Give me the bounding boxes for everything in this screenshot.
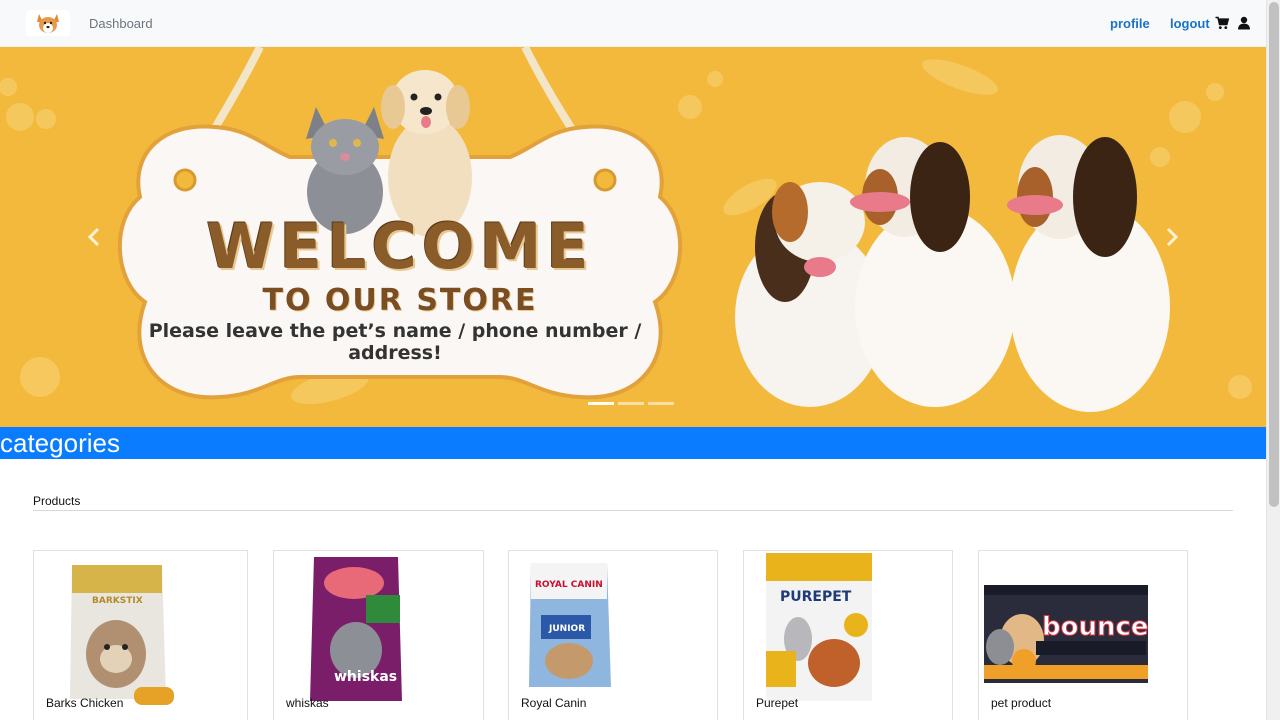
banner-tagline: Please leave the pet’s name / phone numb… (148, 320, 642, 364)
product-image: whiskas (310, 557, 402, 701)
categories-bar: categories (0, 427, 1266, 459)
corgi-logo-icon[interactable] (26, 10, 70, 36)
product-card[interactable]: whiskas whiskas (273, 550, 484, 720)
product-name[interactable]: whiskas (286, 696, 329, 710)
product-name[interactable]: Barks Chicken (46, 696, 123, 710)
svg-text:PUREPET: PUREPET (780, 589, 852, 605)
user-icon[interactable] (1237, 16, 1251, 30)
banner-subheadline: TO OUR STORE (262, 283, 538, 318)
svg-text:whiskas: whiskas (334, 669, 397, 685)
product-image: BARKSTIX (70, 565, 174, 705)
nav-profile-link[interactable]: profile (1110, 16, 1150, 32)
carousel-indicator[interactable] (648, 402, 674, 405)
svg-text:ROYAL CANIN: ROYAL CANIN (535, 580, 603, 590)
page: Dashboard profile logout WELCOME TO OUR … (0, 0, 1266, 720)
carousel-indicators (588, 402, 674, 405)
chevron-left-icon[interactable] (80, 222, 110, 252)
svg-text:BARKSTIX: BARKSTIX (92, 596, 143, 606)
product-name[interactable]: pet product (991, 696, 1051, 710)
navbar: Dashboard profile logout (0, 0, 1266, 47)
carousel-indicator[interactable] (618, 402, 644, 405)
hero-carousel: WELCOME TO OUR STORE Please leave the pe… (0, 47, 1266, 427)
nav-logout-link[interactable]: logout (1170, 16, 1210, 32)
svg-text:bounce: bounce (1042, 612, 1149, 642)
carousel-indicator[interactable] (588, 402, 614, 405)
product-card[interactable]: BARKSTIX Barks Chicken (33, 550, 248, 720)
page-scrollbar[interactable] (1266, 0, 1280, 720)
svg-text:JUNIOR: JUNIOR (548, 624, 585, 634)
product-card[interactable]: bounce pet product (978, 550, 1188, 720)
scrollbar-thumb[interactable] (1269, 2, 1279, 507)
product-name[interactable]: Purepet (756, 696, 798, 710)
product-name[interactable]: Royal Canin (521, 696, 586, 710)
chevron-right-icon[interactable] (1156, 222, 1186, 252)
categories-title: categories (0, 428, 120, 458)
products-section-title: Products (33, 494, 81, 508)
product-image: bounce (984, 585, 1149, 683)
product-image: ROYAL CANIN JUNIOR (529, 563, 611, 687)
banner-headline: WELCOME (206, 210, 594, 283)
nav-dashboard-link[interactable]: Dashboard (89, 16, 153, 32)
product-card[interactable]: ROYAL CANIN JUNIOR Royal Canin (508, 550, 718, 720)
product-card[interactable]: PUREPET Purepet (743, 550, 953, 720)
shopping-cart-icon[interactable] (1215, 16, 1229, 30)
product-image: PUREPET (766, 553, 872, 701)
section-divider (33, 510, 1233, 511)
